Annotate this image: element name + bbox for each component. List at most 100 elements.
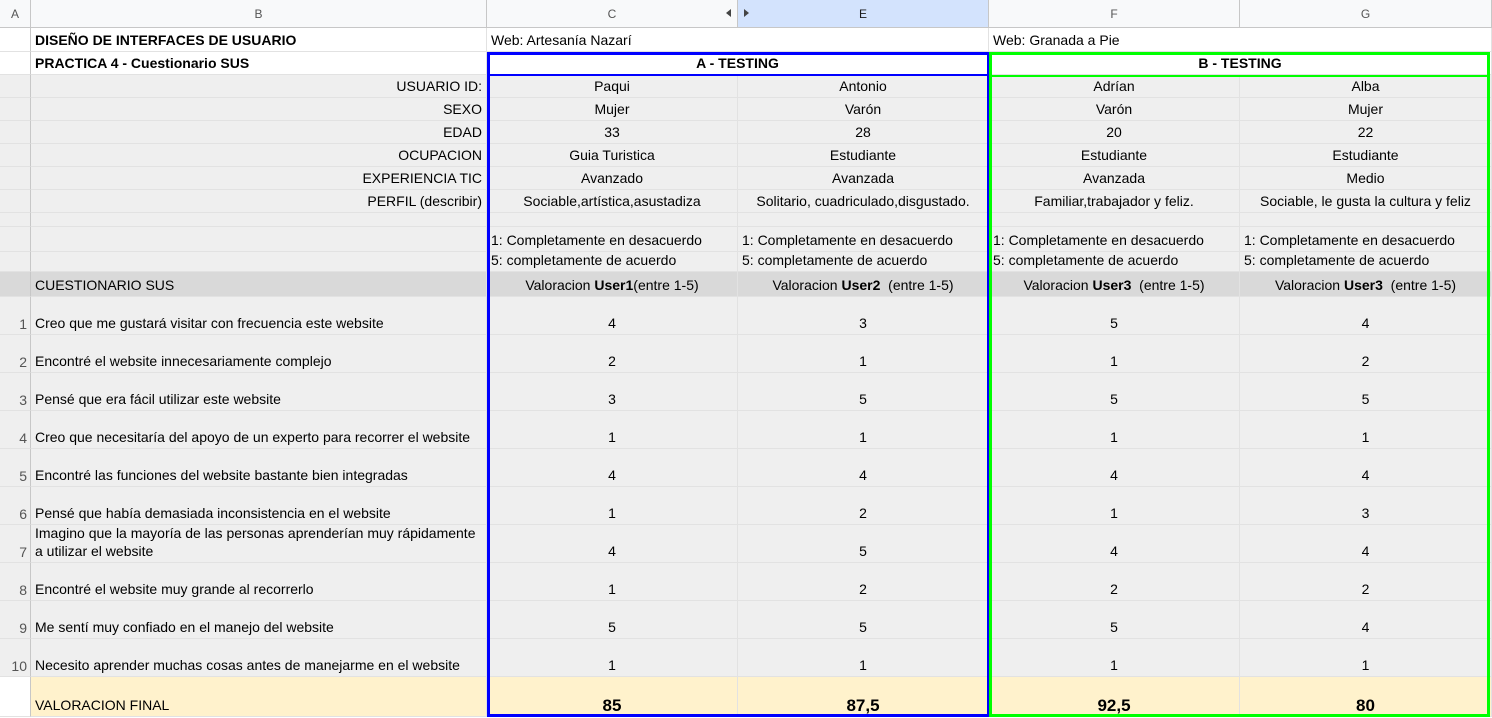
score-cell[interactable]: 4 — [1240, 601, 1492, 639]
scale-min-label[interactable]: 1: Completamente en desacuerdo — [1240, 227, 1492, 252]
blank-cell[interactable] — [31, 213, 487, 227]
user-edad[interactable]: 20 — [989, 121, 1240, 144]
user-ocupacion[interactable]: Estudiante — [989, 144, 1240, 167]
score-cell[interactable]: 4 — [1240, 449, 1492, 487]
scale-min-label[interactable]: 1: Completamente en desacuerdo — [738, 227, 989, 252]
column-header-b[interactable]: B — [31, 0, 487, 28]
user-perfil[interactable]: Solitario, cuadriculado,disgustado. — [738, 190, 989, 213]
valoracion-header[interactable]: Valoracion User3 (entre 1-5) — [989, 272, 1240, 297]
question-text[interactable]: Encontré las funciones del website basta… — [31, 449, 487, 487]
score-cell[interactable]: 1 — [738, 639, 989, 677]
final-label[interactable]: VALORACION FINAL — [31, 677, 487, 717]
score-cell[interactable]: 5 — [487, 601, 738, 639]
final-score[interactable]: 92,5 — [989, 677, 1240, 717]
column-header-f[interactable]: F — [989, 0, 1240, 28]
scale-max-label[interactable]: 5: completamente de acuerdo — [989, 252, 1240, 272]
valoracion-header[interactable]: Valoracion User1 (entre 1-5) — [487, 272, 738, 297]
score-cell[interactable]: 2 — [989, 563, 1240, 601]
score-cell[interactable]: 5 — [989, 297, 1240, 335]
user-edad[interactable]: 22 — [1240, 121, 1492, 144]
question-text[interactable]: Creo que me gustará visitar con frecuenc… — [31, 297, 487, 335]
blank-cell[interactable] — [487, 213, 738, 227]
score-cell[interactable]: 5 — [738, 373, 989, 411]
question-text[interactable]: Necesito aprender muchas cosas antes de … — [31, 639, 487, 677]
score-cell[interactable]: 3 — [487, 373, 738, 411]
score-cell[interactable]: 1 — [1240, 411, 1492, 449]
score-cell[interactable]: 1 — [487, 487, 738, 525]
score-cell[interactable]: 4 — [989, 449, 1240, 487]
score-cell[interactable]: 5 — [738, 601, 989, 639]
blank-cell[interactable] — [989, 213, 1240, 227]
user-perfil[interactable]: Familiar,trabajador y feliz. — [989, 190, 1240, 213]
blank-cell[interactable] — [31, 252, 487, 272]
score-cell[interactable]: 1 — [989, 411, 1240, 449]
sus-header[interactable]: CUESTIONARIO SUS — [31, 272, 487, 297]
question-text[interactable]: Me sentí muy confiado en el manejo del w… — [31, 601, 487, 639]
score-cell[interactable]: 2 — [738, 563, 989, 601]
score-cell[interactable]: 5 — [1240, 373, 1492, 411]
score-cell[interactable]: 3 — [738, 297, 989, 335]
final-score[interactable]: 87,5 — [738, 677, 989, 717]
expand-right-icon[interactable] — [744, 9, 749, 17]
score-cell[interactable]: 5 — [989, 601, 1240, 639]
user-perfil[interactable]: Sociable, le gusta la cultura y feliz — [1240, 190, 1492, 213]
blank-cell[interactable] — [1240, 213, 1492, 227]
score-cell[interactable]: 5 — [989, 373, 1240, 411]
score-cell[interactable]: 1 — [989, 487, 1240, 525]
score-cell[interactable]: 3 — [1240, 487, 1492, 525]
scale-min-label[interactable]: 1: Completamente en desacuerdo — [989, 227, 1240, 252]
score-cell[interactable]: 4 — [487, 525, 738, 563]
user-sexo[interactable]: Mujer — [487, 98, 738, 121]
testing-a-header[interactable]: A - TESTING — [487, 52, 989, 75]
score-cell[interactable]: 4 — [1240, 297, 1492, 335]
blank-cell[interactable] — [31, 227, 487, 252]
valoracion-header[interactable]: Valoracion User3 (entre 1-5) — [1240, 272, 1492, 297]
collapse-left-icon[interactable] — [726, 9, 731, 17]
user-ocupacion[interactable]: Guia Turistica — [487, 144, 738, 167]
scale-max-label[interactable]: 5: completamente de acuerdo — [487, 252, 738, 272]
score-cell[interactable]: 2 — [1240, 563, 1492, 601]
user-id[interactable]: Alba — [1240, 75, 1492, 98]
score-cell[interactable]: 4 — [487, 449, 738, 487]
blank-cell[interactable] — [738, 213, 989, 227]
score-cell[interactable]: 1 — [738, 335, 989, 373]
user-edad[interactable]: 28 — [738, 121, 989, 144]
profile-label-sexo[interactable]: SEXO — [31, 98, 487, 121]
scale-max-label[interactable]: 5: completamente de acuerdo — [1240, 252, 1492, 272]
score-cell[interactable]: 4 — [989, 525, 1240, 563]
score-cell[interactable]: 4 — [487, 297, 738, 335]
sheet-subtitle[interactable]: PRACTICA 4 - Cuestionario SUS — [31, 52, 487, 75]
column-header-a[interactable]: A — [0, 0, 31, 28]
column-header-e[interactable]: E — [738, 0, 989, 28]
user-sexo[interactable]: Mujer — [1240, 98, 1492, 121]
profile-label-edad[interactable]: EDAD — [31, 121, 487, 144]
web-b-label[interactable]: Web: Granada a Pie — [989, 28, 1492, 52]
user-experiencia[interactable]: Avanzada — [738, 167, 989, 190]
score-cell[interactable]: 2 — [738, 487, 989, 525]
user-sexo[interactable]: Varón — [738, 98, 989, 121]
user-experiencia[interactable]: Avanzado — [487, 167, 738, 190]
profile-label-perfil[interactable]: PERFIL (describir) — [31, 190, 487, 213]
question-text[interactable]: Creo que necesitaría del apoyo de un exp… — [31, 411, 487, 449]
final-score[interactable]: 80 — [1240, 677, 1492, 717]
scale-min-label[interactable]: 1: Completamente en desacuerdo — [487, 227, 738, 252]
score-cell[interactable]: 1 — [487, 563, 738, 601]
user-id[interactable]: Paqui — [487, 75, 738, 98]
user-experiencia[interactable]: Avanzada — [989, 167, 1240, 190]
question-text[interactable]: Pensé que había demasiada inconsistencia… — [31, 487, 487, 525]
score-cell[interactable]: 1 — [1240, 639, 1492, 677]
user-sexo[interactable]: Varón — [989, 98, 1240, 121]
score-cell[interactable]: 1 — [487, 639, 738, 677]
score-cell[interactable]: 1 — [487, 411, 738, 449]
web-a-label[interactable]: Web: Artesanía Nazarí — [487, 28, 989, 52]
sheet-title[interactable]: DISEÑO DE INTERFACES DE USUARIO — [31, 28, 487, 52]
score-cell[interactable]: 2 — [487, 335, 738, 373]
score-cell[interactable]: 1 — [989, 335, 1240, 373]
question-text[interactable]: Encontré el website innecesariamente com… — [31, 335, 487, 373]
user-ocupacion[interactable]: Estudiante — [738, 144, 989, 167]
valoracion-header[interactable]: Valoracion User2 (entre 1-5) — [738, 272, 989, 297]
user-id[interactable]: Antonio — [738, 75, 989, 98]
profile-label-id[interactable]: USUARIO ID: — [31, 75, 487, 98]
score-cell[interactable]: 1 — [738, 411, 989, 449]
question-text[interactable]: Encontré el website muy grande al recorr… — [31, 563, 487, 601]
